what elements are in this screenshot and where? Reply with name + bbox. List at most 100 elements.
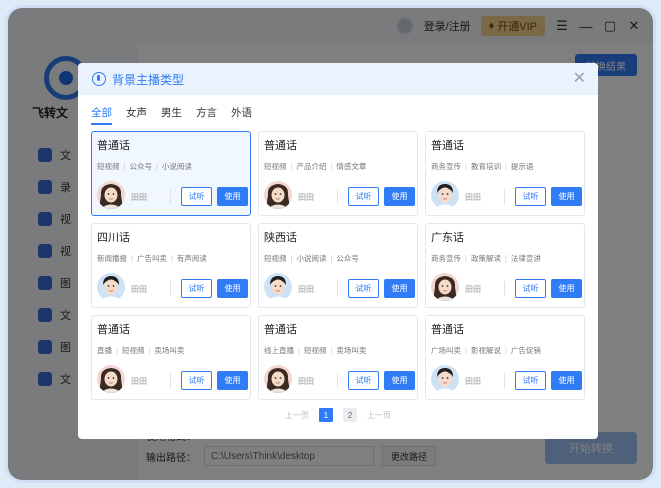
tag-label: 公众号 (336, 254, 359, 263)
divider (170, 281, 171, 296)
anchor-name: 田田 (131, 377, 147, 386)
tag-separator: | (330, 254, 333, 263)
anchor-avatar (97, 181, 125, 209)
anchor-card[interactable]: 普通话 短视频 | 产品介绍 | 情感文章 田田 试听 使用 (258, 131, 418, 216)
use-button[interactable]: 使用 (217, 371, 248, 390)
tab-female[interactable]: 女声 (126, 105, 147, 125)
close-icon[interactable]: ✕ (573, 71, 586, 87)
usage-tags: 短视频 | 小说阅读 | 公众号 (264, 253, 359, 264)
anchor-card[interactable]: 广东话 商务宣传 | 政策解读 | 法律宣讲 田田 试听 使用 (425, 223, 585, 308)
tag-label: 线上直播 (264, 346, 294, 355)
anchor-name: 田田 (298, 285, 314, 294)
dialect-title: 普通话 (97, 324, 130, 336)
tag-separator: | (148, 346, 151, 355)
tag-separator: | (504, 254, 507, 263)
page-1-button[interactable]: 1 (319, 408, 333, 422)
anchor-card[interactable]: 普通话 广场叫卖 | 影视解说 | 广告促销 田田 试听 使用 (425, 315, 585, 400)
next-page-link[interactable]: 上一页 (367, 410, 391, 421)
use-button[interactable]: 使用 (551, 279, 582, 298)
anchor-avatar (431, 181, 459, 209)
try-listen-button[interactable]: 试听 (348, 279, 379, 298)
tag-label: 小说阅读 (296, 254, 327, 263)
tab-dialect[interactable]: 方言 (196, 105, 217, 125)
divider (337, 281, 338, 296)
use-button[interactable]: 使用 (384, 371, 415, 390)
anchor-name: 田田 (465, 377, 481, 386)
app-window: 登录/注册 ♦ 开通VIP ☰ — ▢ ✕ 飞转文 文 录 视 视 图 文 图 … (8, 8, 653, 480)
usage-tags: 广场叫卖 | 影视解说 | 广告促销 (431, 345, 541, 356)
try-listen-button[interactable]: 试听 (181, 279, 212, 298)
anchor-card[interactable]: 陕西话短视频 | 小说阅读 | 公众号田田 试听 使用 (258, 223, 418, 308)
usage-tags: 短视频 | 公众号 | 小说阅读 (97, 161, 192, 172)
tag-label: 新闻播报 (97, 254, 127, 263)
dialect-title: 普通话 (97, 140, 130, 152)
anchor-card[interactable]: 普通话 线上直播 | 短视频 | 卖场叫卖 田田 试听 使用 (258, 315, 418, 400)
use-button[interactable]: 使用 (551, 187, 582, 206)
usage-tags: 短视频 | 产品介绍 | 情感文章 (264, 161, 366, 172)
tab-male[interactable]: 男生 (161, 105, 182, 125)
tag-separator: | (330, 162, 333, 171)
use-button[interactable]: 使用 (551, 371, 582, 390)
tag-separator: | (170, 254, 173, 263)
prev-page-link[interactable]: 上一页 (285, 410, 309, 421)
divider (504, 281, 505, 296)
divider (170, 189, 171, 204)
try-listen-button[interactable]: 试听 (515, 187, 546, 206)
use-button[interactable]: 使用 (217, 187, 248, 206)
tag-label: 商务宣传 (431, 254, 461, 263)
anchor-avatar (431, 273, 459, 301)
divider (504, 373, 505, 388)
dialect-title: 普通话 (264, 140, 297, 152)
tag-label: 法律宣讲 (510, 254, 541, 263)
tag-separator: | (330, 346, 333, 355)
anchor-card[interactable]: 普通话 直播 | 短视频 | 卖场叫卖 田田 试听 使用 (91, 315, 251, 400)
tag-label: 短视频 (97, 162, 120, 171)
anchor-avatar (264, 365, 292, 393)
tag-separator: | (131, 254, 133, 263)
tag-separator: | (465, 346, 467, 355)
tag-label: 卖场叫卖 (154, 346, 185, 355)
usage-tags: 直播 | 短视频 | 卖场叫卖 (97, 345, 184, 356)
microphone-icon (92, 72, 106, 86)
tag-label: 影视解说 (470, 346, 501, 355)
divider (337, 189, 338, 204)
try-listen-button[interactable]: 试听 (348, 187, 379, 206)
anchor-card[interactable]: 四川话 新闻播报 | 广告叫卖 | 有声阅读 田田 试听 使用 (91, 223, 251, 308)
anchor-avatar (431, 365, 459, 393)
dialect-title: 陕西话 (264, 232, 297, 244)
tag-separator: | (116, 346, 118, 355)
tab-all[interactable]: 全部 (91, 105, 112, 125)
page-2-button[interactable]: 2 (343, 408, 357, 422)
divider (504, 189, 505, 204)
tag-separator: | (298, 346, 300, 355)
tag-label: 商务宣传 (431, 162, 461, 171)
category-tabs: 全部 女声 男生 方言 外语 (78, 95, 598, 129)
use-button[interactable]: 使用 (217, 279, 248, 298)
anchor-name: 田田 (465, 193, 481, 202)
tab-foreign[interactable]: 外语 (231, 105, 252, 125)
anchor-name: 田田 (298, 377, 314, 386)
tag-label: 短视频 (121, 346, 145, 355)
try-listen-button[interactable]: 试听 (515, 279, 546, 298)
tag-label: 有声阅读 (176, 254, 207, 263)
try-listen-button[interactable]: 试听 (181, 371, 212, 390)
anchor-name: 田田 (131, 193, 147, 202)
anchor-name: 田田 (298, 193, 314, 202)
try-listen-button[interactable]: 试听 (348, 371, 379, 390)
divider (337, 373, 338, 388)
tag-label: 直播 (97, 346, 112, 355)
dialect-title: 普通话 (431, 324, 464, 336)
anchor-card[interactable]: 普通话 商务宣传 | 教育培训 | 提示语 田田 试听 使用 (425, 131, 585, 216)
anchor-card[interactable]: 普通话短视频 | 公众号 | 小说阅读田田 试听 使用 (91, 131, 251, 216)
use-button[interactable]: 使用 (384, 279, 415, 298)
tag-label: 情感文章 (336, 162, 367, 171)
try-listen-button[interactable]: 试听 (515, 371, 546, 390)
try-listen-button[interactable]: 试听 (181, 187, 212, 206)
tag-label: 产品介绍 (296, 162, 327, 171)
tag-label: 短视频 (264, 162, 287, 171)
tag-separator: | (123, 162, 126, 171)
tag-label: 公众号 (129, 162, 152, 171)
tag-separator: | (290, 254, 293, 263)
tag-label: 广场叫卖 (431, 346, 461, 355)
use-button[interactable]: 使用 (384, 187, 415, 206)
